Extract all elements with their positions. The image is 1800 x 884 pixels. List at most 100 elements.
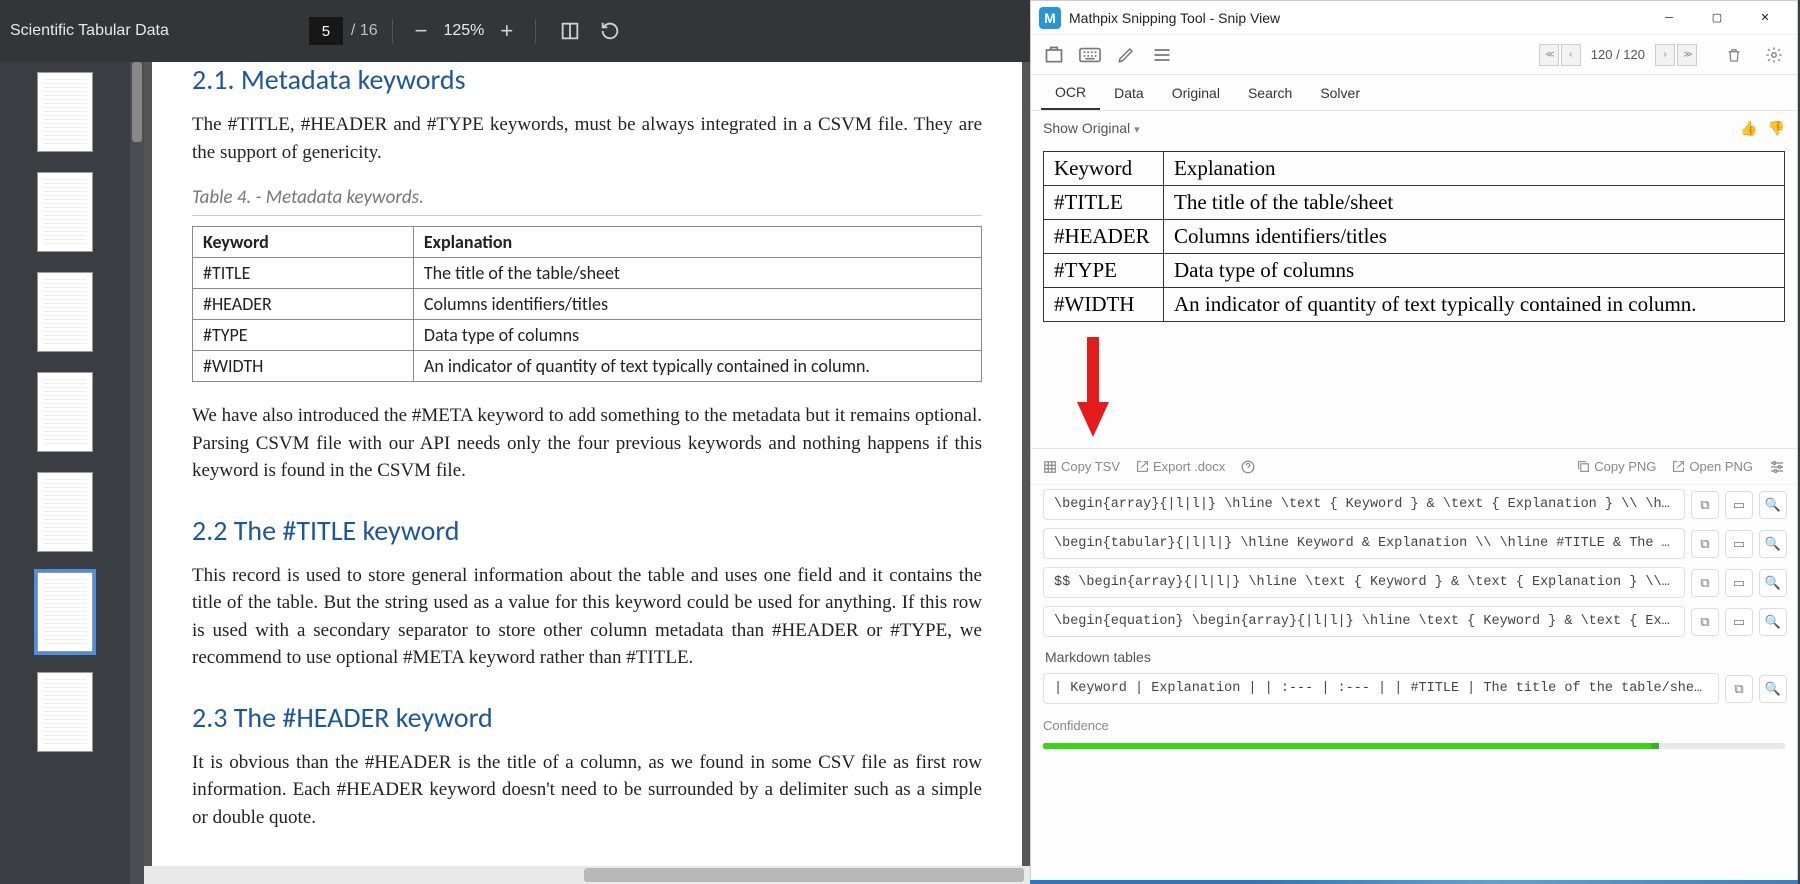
page-thumbnail[interactable] [37, 172, 93, 252]
taskbar-strip [1030, 880, 1798, 884]
search-icon[interactable]: 🔍 [1759, 608, 1787, 636]
gear-icon[interactable] [1761, 42, 1787, 68]
output-row: \begin{array}{|l|l|} \hline \text { Keyw… [1031, 485, 1797, 524]
tab-ocr[interactable]: OCR [1041, 76, 1100, 110]
table-row: KeywordExplanation [1044, 152, 1785, 186]
preview-icon[interactable]: ▭ [1725, 569, 1753, 597]
divider [535, 19, 536, 43]
thumbs-up-icon[interactable]: 👍 [1740, 120, 1757, 137]
preview-icon[interactable]: ▭ [1725, 608, 1753, 636]
metadata-keywords-table: Keyword Explanation #TITLEThe title of t… [192, 226, 982, 382]
page-thumbnail[interactable] [37, 72, 93, 152]
page-thumbnail[interactable] [37, 272, 93, 352]
section-heading: 2.2 The #TITLE keyword [192, 513, 982, 548]
thumbnail-scrollbar[interactable] [130, 62, 144, 884]
page-number-input[interactable] [309, 17, 343, 45]
ocr-result-area: KeywordExplanation #TITLEThe title of th… [1031, 145, 1797, 448]
preview-icon[interactable]: ▭ [1725, 530, 1753, 558]
maximize-button[interactable]: ▢ [1693, 1, 1741, 35]
page-thumbnail[interactable] [37, 372, 93, 452]
table-header-cell: Keyword [193, 227, 414, 258]
thumbnail-sidebar[interactable] [0, 62, 130, 884]
latex-output[interactable]: \begin{array}{|l|l|} \hline \text { Keyw… [1043, 489, 1685, 520]
window-titlebar: M Mathpix Snipping Tool - Snip View ─ ▢ … [1031, 1, 1797, 35]
help-icon[interactable] [1241, 460, 1255, 474]
table-row: #TITLEThe title of the table/sheet [1044, 186, 1785, 220]
latex-output[interactable]: $$ \begin{array}{|l|l|} \hline \text { K… [1043, 567, 1685, 598]
page-thumbnail[interactable] [37, 672, 93, 752]
result-tabs: OCR Data Original Search Solver [1031, 75, 1797, 111]
output-panel: Copy TSV Export .docx Copy PNG Open PNG [1031, 448, 1797, 749]
markdown-output[interactable]: | Keyword | Explanation | | :--- | :--- … [1043, 673, 1719, 704]
delete-icon[interactable] [1721, 42, 1747, 68]
paragraph: We have also introduced the #META keywor… [192, 402, 982, 485]
markdown-section-label: Markdown tables [1031, 641, 1797, 669]
search-icon[interactable]: 🔍 [1759, 569, 1787, 597]
chevron-down-icon: ▾ [1134, 124, 1140, 136]
output-row: \begin{equation} \begin{array}{|l|l|} \h… [1031, 602, 1797, 641]
preview-icon[interactable]: ▭ [1725, 491, 1753, 519]
pager-label: 120 / 120 [1591, 47, 1645, 62]
thumbs-down-icon[interactable]: 👎 [1768, 120, 1785, 137]
copy-icon[interactable]: ⧉ [1691, 491, 1719, 519]
tab-solver[interactable]: Solver [1306, 77, 1374, 109]
prev-button[interactable]: ‹ [1561, 44, 1581, 66]
next-button[interactable]: › [1655, 44, 1675, 66]
app-icon: M [1039, 7, 1061, 29]
screenshot-icon[interactable] [1041, 42, 1067, 68]
tab-data[interactable]: Data [1100, 77, 1158, 109]
list-icon[interactable] [1149, 42, 1175, 68]
snip-pager: ≪ ‹ 120 / 120 › ≫ [1539, 44, 1697, 66]
pdf-toolbar: Scientific Tabular Data / 16 − 125% + [0, 0, 1030, 62]
edit-icon[interactable] [1113, 42, 1139, 68]
open-png-button[interactable]: Open PNG [1672, 459, 1753, 474]
show-original-toggle[interactable]: Show Original▾ [1043, 120, 1140, 136]
pdf-page-content: 2.1. Metadata keywords The #TITLE, #HEAD… [152, 62, 1022, 884]
minimize-button[interactable]: ─ [1645, 1, 1693, 35]
copy-tsv-button[interactable]: Copy TSV [1043, 459, 1120, 474]
copy-icon[interactable]: ⧉ [1725, 675, 1753, 703]
table-row: #WIDTHAn indicator of quantity of text t… [193, 351, 982, 382]
search-icon[interactable]: 🔍 [1759, 675, 1787, 703]
zoom-in-button[interactable]: + [492, 18, 521, 44]
copy-icon[interactable]: ⧉ [1691, 608, 1719, 636]
window-title: Mathpix Snipping Tool - Snip View [1069, 10, 1645, 26]
mathpix-toolbar: ≪ ‹ 120 / 120 › ≫ [1031, 35, 1797, 75]
copy-icon[interactable]: ⧉ [1691, 530, 1719, 558]
page-total-label: / 16 [351, 22, 378, 40]
fit-page-icon[interactable] [558, 19, 582, 43]
table-row: #TYPEData type of columns [193, 320, 982, 351]
table-row: Keyword Explanation [193, 227, 982, 258]
tab-original[interactable]: Original [1158, 77, 1234, 109]
first-button[interactable]: ≪ [1539, 44, 1559, 66]
latex-output[interactable]: \begin{tabular}{|l|l|} \hline Keyword & … [1043, 528, 1685, 559]
confidence-bar [1043, 743, 1785, 749]
last-button[interactable]: ≫ [1677, 44, 1697, 66]
output-row: $$ \begin{array}{|l|l|} \hline \text { K… [1031, 563, 1797, 602]
pdf-page-viewport[interactable]: 2.1. Metadata keywords The #TITLE, #HEAD… [144, 62, 1030, 884]
horizontal-scrollbar[interactable] [144, 866, 1030, 884]
latex-output[interactable]: \begin{equation} \begin{array}{|l|l|} \h… [1043, 606, 1685, 637]
export-docx-button[interactable]: Export .docx [1136, 459, 1225, 474]
mathpix-window: M Mathpix Snipping Tool - Snip View ─ ▢ … [1030, 0, 1798, 884]
settings-icon[interactable] [1769, 460, 1785, 474]
pdf-pager: / 16 [309, 17, 378, 45]
page-thumbnail[interactable] [37, 572, 93, 652]
rotate-icon[interactable] [598, 19, 622, 43]
output-row: \begin{tabular}{|l|l|} \hline Keyword & … [1031, 524, 1797, 563]
copy-icon[interactable]: ⧉ [1691, 569, 1719, 597]
page-thumbnail[interactable] [37, 472, 93, 552]
document-title: Scientific Tabular Data [10, 22, 169, 40]
tab-search[interactable]: Search [1234, 77, 1306, 109]
close-button[interactable]: ✕ [1741, 1, 1789, 35]
zoom-out-button[interactable]: − [407, 18, 436, 44]
section-heading: 2.3 The #HEADER keyword [192, 700, 982, 735]
search-icon[interactable]: 🔍 [1759, 530, 1787, 558]
keyboard-icon[interactable] [1077, 42, 1103, 68]
table-caption: Table 4. - Metadata keywords. [192, 186, 982, 216]
search-icon[interactable]: 🔍 [1759, 491, 1787, 519]
annotation-arrow-icon [1073, 332, 1113, 442]
pdf-body: 2.1. Metadata keywords The #TITLE, #HEAD… [0, 62, 1030, 884]
output-row: | Keyword | Explanation | | :--- | :--- … [1031, 669, 1797, 708]
copy-png-button[interactable]: Copy PNG [1577, 459, 1656, 474]
